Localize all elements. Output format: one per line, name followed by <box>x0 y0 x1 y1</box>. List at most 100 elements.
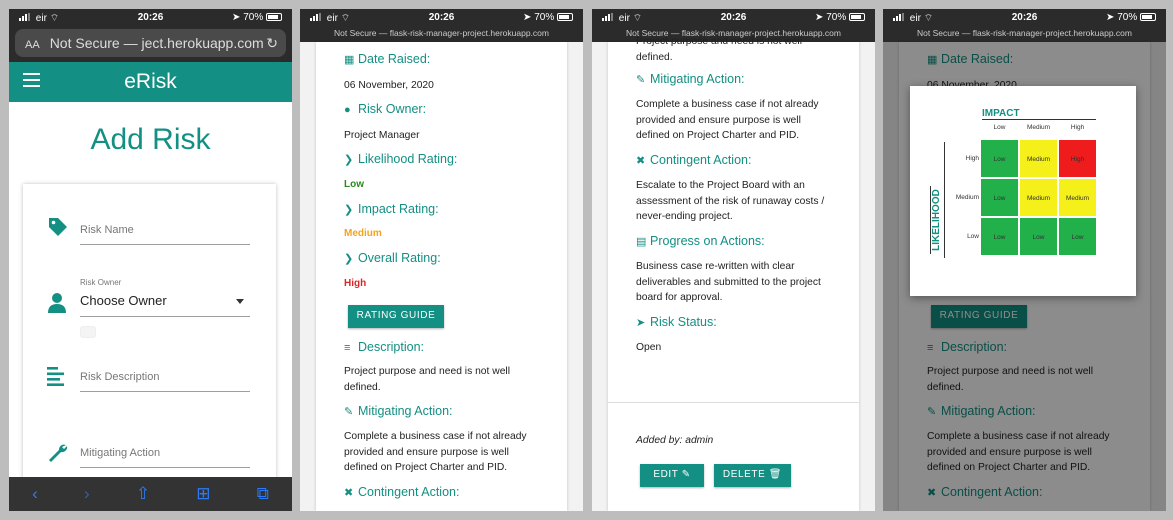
risk-owner-heading: ● Risk Owner: <box>344 102 543 116</box>
likelihood-value: Low <box>344 179 364 190</box>
risk-owner-value: Project Manager <box>344 130 420 141</box>
status-bar: eir ⌔ 20:26 ➤ 70% <box>592 9 875 27</box>
matrix-cell: Low <box>1019 217 1058 256</box>
mitigating-heading: ✎ Mitigating Action: <box>344 404 543 418</box>
contingent-label: Contingent Action: <box>358 485 460 499</box>
trash-icon: 🗑 <box>768 469 783 480</box>
matrix-cell: Medium <box>1019 139 1058 178</box>
tools-icon: ✖ <box>636 155 646 167</box>
delete-button[interactable]: DELETE 🗑 <box>714 464 791 487</box>
risk-description-input[interactable]: Risk Description <box>80 371 250 392</box>
row-header: Low <box>967 233 979 240</box>
brand-logo[interactable]: eRisk <box>9 70 292 94</box>
matrix-cell: Low <box>1058 217 1097 256</box>
browser-toolbar: ‹ › ⇧ ⊞ ⧉ <box>9 477 292 511</box>
battery-icon <box>849 13 865 22</box>
chevron-right-icon: ❯ <box>344 204 354 216</box>
delete-label: DELETE <box>722 469 766 480</box>
mitigating-heading: ✎ Mitigating Action: <box>636 72 835 86</box>
chevron-right-icon: ❯ <box>344 253 354 265</box>
risk-owner-label: Risk Owner <box>80 278 122 287</box>
reader-options-button[interactable]: AA <box>25 39 40 51</box>
impact-value: Medium <box>344 228 382 239</box>
risk-description-row: Risk Description <box>47 366 250 396</box>
risk-owner-row: Choose Owner <box>47 288 250 318</box>
status-bar: eir ⌔ 20:26 ➤ 70% <box>9 9 292 27</box>
battery-percent: 70% <box>826 12 847 23</box>
matrix-cell: Medium <box>1019 178 1058 217</box>
mitigating-action-row: Mitigating Action <box>47 442 250 472</box>
col-header: Low <box>993 124 1006 131</box>
tools-icon: ✖ <box>344 487 354 499</box>
likelihood-axis-line <box>944 142 945 258</box>
col-header: Medium <box>1026 124 1051 131</box>
overall-value: High <box>344 278 367 289</box>
mitigating-action-input[interactable]: Mitigating Action <box>80 447 250 468</box>
forward-icon[interactable]: › <box>84 484 90 504</box>
mitigating-label: Mitigating Action: <box>358 404 453 418</box>
tabs-icon[interactable]: ⧉ <box>257 484 269 504</box>
battery-icon <box>557 13 573 22</box>
tag-icon <box>47 216 69 244</box>
matrix-cell: High <box>1058 139 1097 178</box>
progress-label: Progress on Actions: <box>650 234 765 248</box>
battery: ➤ 70% <box>815 12 865 23</box>
impact-label: Impact Rating: <box>358 202 439 216</box>
hidden-select-stub <box>80 326 96 338</box>
edit-button[interactable]: EDIT ✎ <box>640 464 704 487</box>
share-icon[interactable]: ⇧ <box>136 484 150 504</box>
url-field[interactable]: AA Not Secure — ject.herokuapp.com ↻ <box>15 29 286 57</box>
rating-guide-button[interactable]: RATING GUIDE <box>348 305 444 328</box>
likelihood-axis-title: LIKELIHOOD <box>930 186 942 254</box>
page-title: Add Risk <box>90 123 211 156</box>
location-arrow-icon: ➤ <box>636 317 646 329</box>
location-icon: ➤ <box>523 12 532 23</box>
screen-risk-detail-bottom: eir ⌔ 20:26 ➤ 70% Not Secure — flask-ris… <box>592 9 875 511</box>
edit-label: EDIT <box>653 469 679 480</box>
chevron-right-icon: ❯ <box>344 154 354 166</box>
risk-card: Project purpose and need is not well def… <box>608 36 859 511</box>
impact-axis-title: IMPACT <box>982 108 1096 120</box>
wrench-icon: ✎ <box>636 74 646 86</box>
url-text[interactable]: Not Secure — flask-risk-manager-project.… <box>300 27 583 42</box>
contingent-value: Escalate to the Project Board with an as… <box>636 180 825 223</box>
mitigating-value: Complete a business case if not already … <box>344 431 527 474</box>
battery: ➤ 70% <box>523 12 573 23</box>
contingent-heading: ✖ Contingent Action: <box>344 485 543 499</box>
matrix-cell: Low <box>980 217 1019 256</box>
url-text: Not Secure — ject.herokuapp.com <box>49 35 264 51</box>
description-value: Project purpose and need is not well def… <box>344 366 510 393</box>
reload-icon[interactable]: ↻ <box>266 29 278 57</box>
battery-percent: 70% <box>534 12 555 23</box>
url-text[interactable]: Not Secure — flask-risk-manager-project.… <box>883 27 1166 42</box>
add-risk-form: Risk Name Risk Owner Choose Owner Risk D… <box>23 184 276 484</box>
description-value-cut: Project purpose and need is not well def… <box>636 36 802 63</box>
progress-heading: ▤ Progress on Actions: <box>636 234 835 248</box>
matrix-cell: Medium <box>1058 178 1097 217</box>
back-icon[interactable]: ‹ <box>32 484 38 504</box>
risk-card: ▦ Date Raised: 06 November, 2020 ● Risk Ow… <box>316 42 567 511</box>
chart-icon: ▤ <box>636 236 647 248</box>
risk-name-input[interactable]: Risk Name <box>80 224 250 245</box>
address-bar[interactable]: AA Not Secure — ject.herokuapp.com ↻ <box>9 27 292 62</box>
bookmarks-icon[interactable]: ⊞ <box>196 484 210 504</box>
overall-label: Overall Rating: <box>358 251 441 265</box>
contingent-label: Contingent Action: <box>650 153 752 167</box>
screen-rating-guide-modal: eir ⌔ 20:26 ➤ 70% Not Secure — flask-ris… <box>883 9 1166 511</box>
col-header: High <box>1070 124 1085 131</box>
page-body: ▦ Date Raised: 06 November, 2020 ● Risk Ow… <box>300 42 583 511</box>
status-bar: eir ⌔ 20:26 ➤ 70% <box>883 9 1166 27</box>
mitigating-label: Mitigating Action: <box>650 72 745 86</box>
impact-heading: ❯ Impact Rating: <box>344 202 543 216</box>
risk-owner-selected: Choose Owner <box>80 293 167 308</box>
progress-value: Business case re-written with clear deli… <box>636 261 821 304</box>
matrix-cell: Low <box>980 178 1019 217</box>
location-icon: ➤ <box>1106 12 1115 23</box>
date-raised-heading: ▦ Date Raised: <box>344 52 543 66</box>
text-align-icon: ≡ <box>344 342 351 354</box>
status-value: Open <box>636 342 662 353</box>
description-heading: ≡ Description: <box>344 340 543 354</box>
risk-owner-select[interactable]: Choose Owner <box>80 293 250 317</box>
battery-icon <box>1140 13 1156 22</box>
calendar-icon: ▦ <box>344 54 355 66</box>
